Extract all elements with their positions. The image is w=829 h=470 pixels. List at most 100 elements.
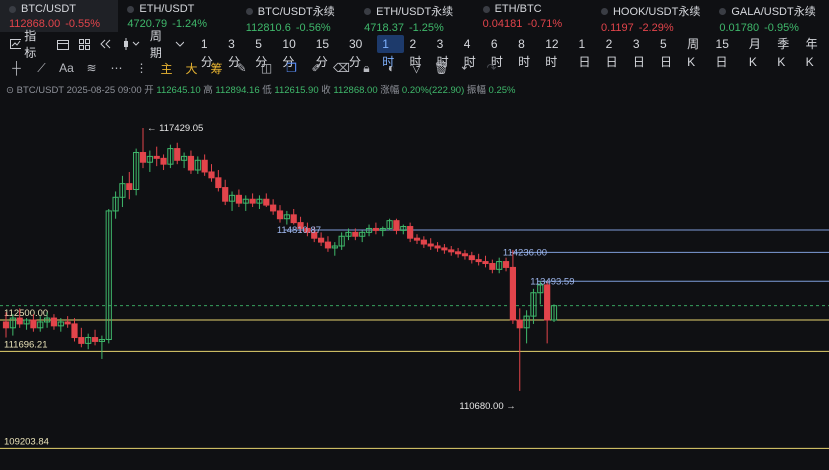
candle-body: [475, 259, 482, 263]
ticker-symbol: BTC/USDT永续: [257, 6, 335, 18]
main-indicator-button[interactable]: 主: [158, 60, 175, 77]
high-annotation: ← 117429.05: [147, 123, 203, 134]
period-option[interactable]: 2日: [601, 35, 628, 69]
candle-body: [50, 317, 58, 327]
magnet-icon[interactable]: ◫: [258, 61, 275, 75]
calendar-icon[interactable]: [56, 39, 69, 50]
candle-body: [276, 210, 284, 220]
candle-body: [434, 245, 441, 249]
undo-icon[interactable]: ↶: [458, 61, 475, 75]
candle-body: [201, 159, 208, 173]
pattern-icon[interactable]: ⋯: [108, 61, 125, 75]
period-option[interactable]: 3时: [432, 35, 459, 69]
coin-icon: [245, 7, 253, 15]
candle-body: [208, 171, 215, 179]
candle-body: [352, 231, 359, 237]
ticker-symbol: HOOK/USDT永续: [612, 6, 701, 18]
visibility-icon[interactable]: ◐: [383, 61, 400, 75]
collapse-icon[interactable]: ⊙: [6, 85, 14, 96]
ticker-tab[interactable]: BTC/USDT永续 112810.6 -0.56%: [237, 0, 355, 34]
period-option[interactable]: 1时: [377, 35, 405, 69]
candle-body: [290, 214, 297, 224]
ticker-symbol: GALA/USDT永续: [731, 6, 816, 18]
ticker-change: -0.55%: [65, 18, 101, 30]
ticker-tab[interactable]: GALA/USDT永续 0.01780 -0.95%: [710, 0, 828, 34]
candle-body: [249, 198, 256, 204]
filter-icon[interactable]: ▽: [408, 61, 425, 75]
trash-icon[interactable]: 🗑︎: [433, 61, 450, 75]
period-option[interactable]: 10分: [277, 35, 310, 69]
text-tool-button[interactable]: Aa: [58, 61, 75, 75]
edit-icon[interactable]: ✎: [233, 61, 250, 75]
candle-body: [448, 249, 455, 253]
scroll-left-icon[interactable]: [100, 39, 112, 49]
ticker-change: -0.71%: [527, 18, 563, 30]
candle-body: [455, 251, 462, 255]
drawing-toolbar: ┼ ⟋ Aa ≋ ⋯ ⋮ 主 大 筹 ✎ ◫ ❐ ✐ ⌫ 🔒︎ ◐ ▽ 🗑︎ ↶…: [0, 57, 829, 79]
period-bar: 指标 周期 1分 3分 5分 10分 15分 30分 1时 2时 3时 4时 6时 8时 12时 1日 2日…: [0, 29, 829, 69]
period-option[interactable]: 6时: [486, 35, 513, 69]
pen-icon[interactable]: ✐: [308, 61, 325, 75]
trendline-icon[interactable]: ⟋: [33, 61, 50, 76]
fib-icon[interactable]: ≋: [83, 61, 100, 75]
candle-body: [2, 321, 10, 329]
price-annotation: 113493.59: [530, 276, 574, 287]
close-label: 收: [321, 85, 331, 96]
redo-icon[interactable]: ↷: [483, 61, 500, 75]
chip-distribution-button[interactable]: 筹: [208, 60, 225, 77]
period-label: 周期: [149, 29, 162, 60]
candlestick-chart[interactable]: 112500.00 111696.21 109203.84 ← 117429.05 11…: [0, 96, 829, 470]
period-option[interactable]: 年K: [801, 35, 829, 69]
candle-body: [153, 155, 160, 159]
indicator-label: 指标: [24, 29, 37, 60]
candle-body: [489, 263, 496, 270]
low-value: 112615.90: [274, 85, 319, 96]
candle-body: [263, 198, 270, 206]
period-option[interactable]: 3分: [223, 35, 250, 69]
layout-grid-icon[interactable]: [78, 38, 90, 50]
period-option[interactable]: 月K: [744, 35, 772, 69]
period-option[interactable]: 15日: [711, 35, 744, 69]
ticker-tab[interactable]: ETH/USDT永续 4718.37 -1.25%: [355, 0, 473, 34]
ticker-tab[interactable]: HOOK/USDT永续 0.1197 -2.29%: [592, 0, 710, 34]
indicator-button[interactable]: 指标: [10, 27, 47, 61]
period-dropdown[interactable]: 周期: [150, 27, 184, 61]
period-option[interactable]: 1分: [196, 35, 223, 69]
support-line-label: 109203.84: [4, 436, 49, 447]
ticker-tab[interactable]: ETH/BTC 0.04181 -0.71%: [474, 0, 592, 32]
coin-icon: [719, 7, 727, 15]
period-option[interactable]: 周K: [682, 35, 710, 69]
lock-icon[interactable]: 🔒︎: [358, 61, 375, 76]
candle-body: [461, 253, 469, 257]
candle-body: [420, 239, 427, 245]
period-option[interactable]: 3日: [628, 35, 655, 69]
period-option[interactable]: 5日: [655, 35, 682, 69]
candle-body: [372, 227, 379, 231]
coin-icon: [482, 5, 490, 13]
candle-body: [427, 243, 434, 247]
period-option[interactable]: 8时: [513, 35, 540, 69]
candle-body: [270, 204, 277, 212]
support-line-label: 112500.00: [4, 308, 48, 319]
period-option[interactable]: 30分: [344, 35, 377, 69]
period-option[interactable]: 季K: [772, 35, 800, 69]
candle-body: [64, 321, 71, 325]
period-option[interactable]: 5分: [250, 35, 277, 69]
period-option[interactable]: 15分: [311, 35, 344, 69]
candle-type-dropdown[interactable]: [122, 38, 140, 50]
price-annotation: 114236.00: [503, 247, 547, 258]
change-value: 0.20%(222.90): [401, 85, 465, 96]
period-option[interactable]: 2时: [404, 35, 431, 69]
crosshair-icon[interactable]: ┼: [8, 61, 25, 75]
period-option[interactable]: 1日: [574, 35, 601, 69]
period-option[interactable]: 4时: [459, 35, 486, 69]
candle-body: [516, 319, 523, 329]
copy-icon[interactable]: ❐: [283, 61, 300, 75]
big-order-button[interactable]: 大: [183, 60, 200, 77]
ohlc-pair: BTC/USDT: [16, 85, 64, 96]
candle-body: [544, 284, 551, 321]
candle-body: [174, 148, 181, 161]
eraser-icon[interactable]: ⌫: [333, 61, 350, 75]
period-option[interactable]: 12时: [540, 35, 573, 69]
more-icon[interactable]: ⋮: [133, 61, 150, 75]
